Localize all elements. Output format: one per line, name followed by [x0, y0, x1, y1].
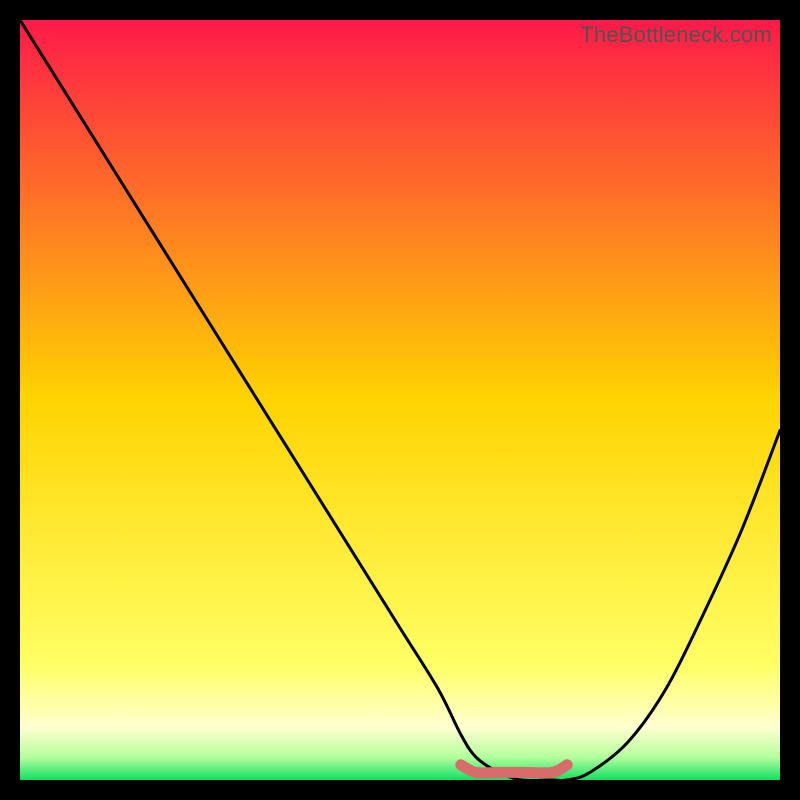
chart-frame: TheBottleneck.com [20, 20, 780, 780]
chart-background [20, 20, 780, 780]
watermark-text: TheBottleneck.com [580, 22, 772, 48]
bottleneck-chart [20, 20, 780, 780]
